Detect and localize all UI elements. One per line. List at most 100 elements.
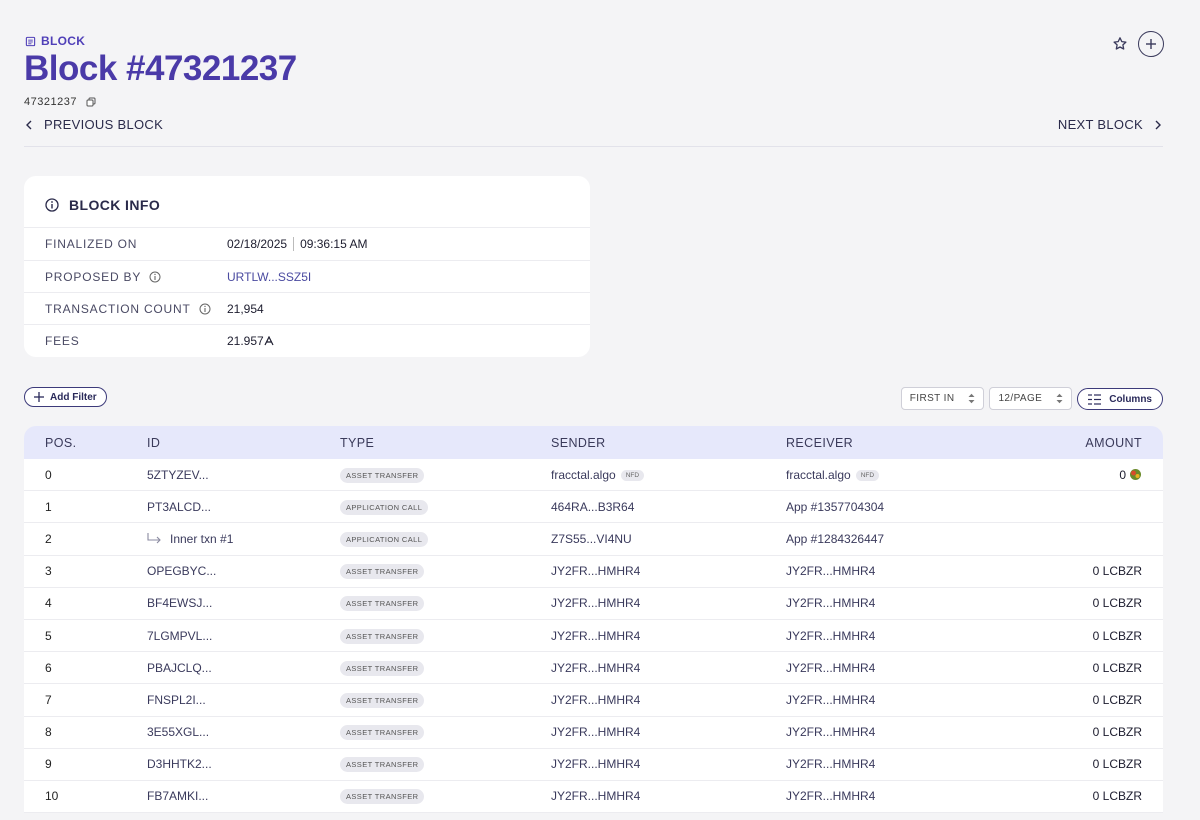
header-sender[interactable]: SENDER: [529, 436, 764, 450]
fees-value-wrap: 21.957: [227, 334, 274, 348]
table-row[interactable]: 4 BF4EWSJ... ASSET TRANSFER JY2FR...HMHR4 JY…: [24, 587, 1163, 620]
transaction-count-value: 21,954: [227, 302, 264, 316]
txn-id-link[interactable]: OPEGBYC...: [125, 564, 318, 578]
sender-cell[interactable]: JY2FR...HMHR4: [529, 629, 764, 643]
info-icon[interactable]: [199, 303, 211, 315]
txn-id-link[interactable]: PBAJCLQ...: [125, 661, 318, 675]
sender-cell[interactable]: fracctal.algo NFD: [529, 468, 764, 482]
plus-icon: [1146, 39, 1156, 49]
page-size-select[interactable]: 12/PAGE: [989, 387, 1073, 410]
header-amount[interactable]: AMOUNT: [998, 436, 1163, 450]
sender-cell[interactable]: JY2FR...HMHR4: [529, 789, 764, 803]
table-row[interactable]: 8 3E55XGL... ASSET TRANSFER JY2FR...HMHR4 JY…: [24, 716, 1163, 749]
receiver-cell[interactable]: JY2FR...HMHR4: [764, 757, 998, 771]
add-filter-button[interactable]: Add Filter: [24, 387, 107, 407]
table-body: 0 5ZTYZEV... ASSET TRANSFER fracctal.algo NF…: [24, 459, 1163, 814]
header-id[interactable]: ID: [125, 436, 318, 450]
txn-id-link[interactable]: D3HHTK2...: [125, 757, 318, 771]
txn-id: Inner txn #1: [170, 531, 234, 546]
type-cell: APPLICATION CALL: [318, 531, 529, 547]
info-icon[interactable]: [149, 271, 161, 283]
copy-icon[interactable]: [86, 97, 96, 107]
sender-cell[interactable]: JY2FR...HMHR4: [529, 564, 764, 578]
sender-cell[interactable]: JY2FR...HMHR4: [529, 757, 764, 771]
type-cell: ASSET TRANSFER: [318, 788, 529, 805]
amount-cell: 0 LCBZR: [998, 693, 1163, 707]
breadcrumb[interactable]: BLOCK: [25, 34, 85, 48]
table-row[interactable]: 0 5ZTYZEV... ASSET TRANSFER fracctal.algo NF…: [24, 459, 1163, 492]
fees-value: 21.957: [227, 334, 264, 348]
txn-id-link[interactable]: 5ZTYZEV...: [125, 468, 318, 482]
receiver-cell[interactable]: JY2FR...HMHR4: [764, 661, 998, 675]
table-row[interactable]: 5 7LGMPVL... ASSET TRANSFER JY2FR...HMHR4 JY…: [24, 619, 1163, 653]
amount-value: 0 LCBZR: [1092, 692, 1142, 707]
type-badge: ASSET TRANSFER: [340, 692, 425, 708]
inner-txn-arrow-icon: [147, 532, 161, 544]
table-row[interactable]: 7 FNSPL2I... ASSET TRANSFER JY2FR...HMHR4 JY…: [24, 684, 1163, 717]
add-button[interactable]: [1138, 31, 1164, 57]
header-type[interactable]: TYPE: [318, 436, 529, 450]
proposer-address-link[interactable]: URTLW...SSZ5I: [227, 270, 311, 284]
txn-id-link[interactable]: FNSPL2I...: [125, 693, 318, 707]
receiver-cell[interactable]: fracctal.algo NFD: [764, 468, 998, 482]
fees-label: FEES: [45, 334, 80, 348]
sender-cell[interactable]: JY2FR...HMHR4: [529, 661, 764, 675]
block-info-card: BLOCK INFO FINALIZED ON 02/18/2025 09:36…: [24, 176, 590, 357]
txn-id-cell[interactable]: Inner txn #1: [125, 532, 318, 546]
table-header: POS. ID TYPE SENDER RECEIVER AMOUNT: [24, 426, 1163, 459]
type-badge: APPLICATION CALL: [340, 531, 429, 547]
transaction-count-label: TRANSACTION COUNT: [45, 302, 191, 316]
type-cell: ASSET TRANSFER: [318, 724, 529, 741]
receiver-cell[interactable]: JY2FR...HMHR4: [764, 596, 998, 610]
table-row[interactable]: 9 D3HHTK2... ASSET TRANSFER JY2FR...HMHR4 JY…: [24, 748, 1163, 781]
txn-id-link[interactable]: 3E55XGL...: [125, 725, 318, 739]
pos-cell: 4: [45, 596, 52, 611]
sender-cell[interactable]: JY2FR...HMHR4: [529, 693, 764, 707]
header-pos[interactable]: POS.: [24, 436, 125, 450]
type-cell: ASSET TRANSFER: [318, 660, 529, 676]
next-block-link[interactable]: NEXT BLOCK: [1058, 117, 1163, 146]
block-info-heading: BLOCK INFO: [45, 197, 160, 213]
txn-id-link[interactable]: 7LGMPVL...: [125, 629, 318, 643]
sender-cell[interactable]: JY2FR...HMHR4: [529, 596, 764, 610]
columns-button[interactable]: Columns: [1077, 388, 1163, 410]
star-icon[interactable]: [1112, 36, 1128, 52]
receiver-cell[interactable]: App #1284326447: [764, 532, 998, 546]
proposed-by-row: PROPOSED BY URTLW...SSZ5I: [24, 260, 590, 293]
sender-cell[interactable]: Z7S55...VI4NU: [529, 532, 764, 546]
amount-value: 0 LCBZR: [1092, 660, 1142, 675]
amount-cell: [998, 500, 1163, 514]
receiver-cell[interactable]: JY2FR...HMHR4: [764, 564, 998, 578]
receiver-cell[interactable]: JY2FR...HMHR4: [764, 629, 998, 643]
sort-order-select[interactable]: FIRST IN: [900, 387, 985, 410]
receiver-cell[interactable]: JY2FR...HMHR4: [764, 725, 998, 739]
pos-cell: 0: [45, 467, 52, 482]
txn-id-link[interactable]: PT3ALCD...: [125, 500, 318, 514]
amount-cell: [998, 532, 1163, 546]
receiver-cell[interactable]: JY2FR...HMHR4: [764, 693, 998, 707]
table-row[interactable]: 1 PT3ALCD... APPLICATION CALL 464RA...B3R64…: [24, 491, 1163, 524]
pos-cell: 6: [45, 660, 52, 675]
previous-block-link[interactable]: PREVIOUS BLOCK: [24, 117, 163, 146]
txn-id-link[interactable]: FB7AMKI...: [125, 789, 318, 803]
sender-address: JY2FR...HMHR4: [551, 692, 641, 707]
sender-cell[interactable]: 464RA...B3R64: [529, 500, 764, 514]
table-row[interactable]: 2 Inner txn #1 APPLICATION CALL Z7S55...VI4…: [24, 523, 1163, 556]
amount-value: 0 LCBZR: [1092, 725, 1142, 740]
type-cell: ASSET TRANSFER: [318, 628, 529, 644]
header-receiver[interactable]: RECEIVER: [764, 436, 998, 450]
table-row[interactable]: 10 FB7AMKI... ASSET TRANSFER JY2FR...HMHR4 J…: [24, 780, 1163, 814]
previous-block-label: PREVIOUS BLOCK: [44, 117, 164, 132]
receiver-address: JY2FR...HMHR4: [786, 628, 876, 643]
txn-id-link[interactable]: BF4EWSJ...: [125, 596, 318, 610]
proposed-by-label-wrap: PROPOSED BY: [24, 270, 227, 284]
page-size-value: 12/PAGE: [998, 393, 1043, 404]
receiver-cell[interactable]: JY2FR...HMHR4: [764, 789, 998, 803]
sender-cell[interactable]: JY2FR...HMHR4: [529, 725, 764, 739]
table-row[interactable]: 6 PBAJCLQ... ASSET TRANSFER JY2FR...HMHR4 JY…: [24, 652, 1163, 685]
divider: [293, 237, 295, 251]
table-row[interactable]: 3 OPEGBYC... ASSET TRANSFER JY2FR...HMHR4 JY…: [24, 555, 1163, 588]
block-navigation: PREVIOUS BLOCK NEXT BLOCK: [24, 117, 1163, 147]
receiver-cell[interactable]: App #1357704304: [764, 500, 998, 514]
chevron-left-icon: [26, 120, 32, 130]
